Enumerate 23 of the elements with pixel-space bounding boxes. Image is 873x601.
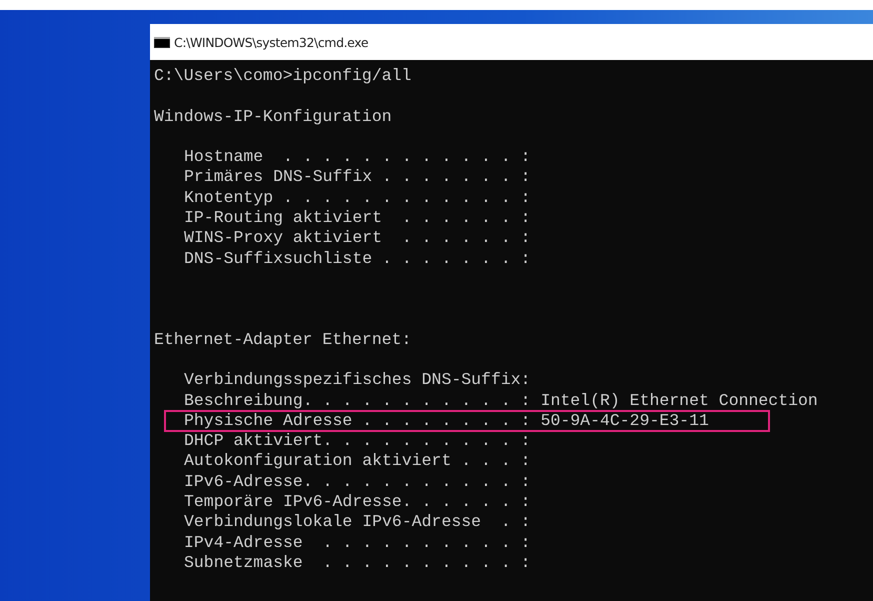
entry-value: 50-9A-4C-29-E3-11 [540,412,709,430]
entry-label: Autokonfiguration aktiviert . . . : [184,451,531,472]
entry-label: Beschreibung. . . . . . . . . . . : [184,390,531,412]
section-heading: Ethernet-Adapter Ethernet: [154,330,412,350]
entry-label: DHCP aktiviert. . . . . . . . . . : [184,431,531,452]
entry-label: Subnetzmaske . . . . . . . . . . : [184,552,531,574]
entry-label: Primäres DNS-Suffix . . . . . . . : [184,167,531,188]
entry-label: DNS-Suffixsuchliste . . . . . . . : [184,248,531,269]
console-icon [154,36,170,48]
window-title: C:\WINDOWS\system32\cmd.exe [174,34,368,50]
entry-label: Hostname . . . . . . . . . . . . : [184,147,531,168]
command-line: C:\Users\como>ipconfig/all [154,66,412,86]
entry-label: WINS-Proxy aktiviert . . . . . . : [184,228,531,249]
section-heading: Windows-IP-Konfiguration [154,106,393,127]
entry-label: IP-Routing aktiviert . . . . . . : [184,208,531,228]
entry-label: IPv6-Adresse. . . . . . . . . . . : [184,472,531,492]
entry-label: Verbindungsspezifisches DNS-Suffix: [184,370,531,391]
entry-value: Intel(R) Ethernet Connection [540,390,818,412]
entry-label: Verbindungslokale IPv6-Adresse . : [184,512,531,533]
entry-label: Temporäre IPv6-Adresse. . . . . . : [184,492,531,512]
entry-label: IPv4-Adresse . . . . . . . . . . : [184,532,531,553]
entry-label: Knotentyp . . . . . . . . . . . . : [184,188,531,208]
entry-label: Physische Adresse . . . . . . . . : [184,412,531,430]
